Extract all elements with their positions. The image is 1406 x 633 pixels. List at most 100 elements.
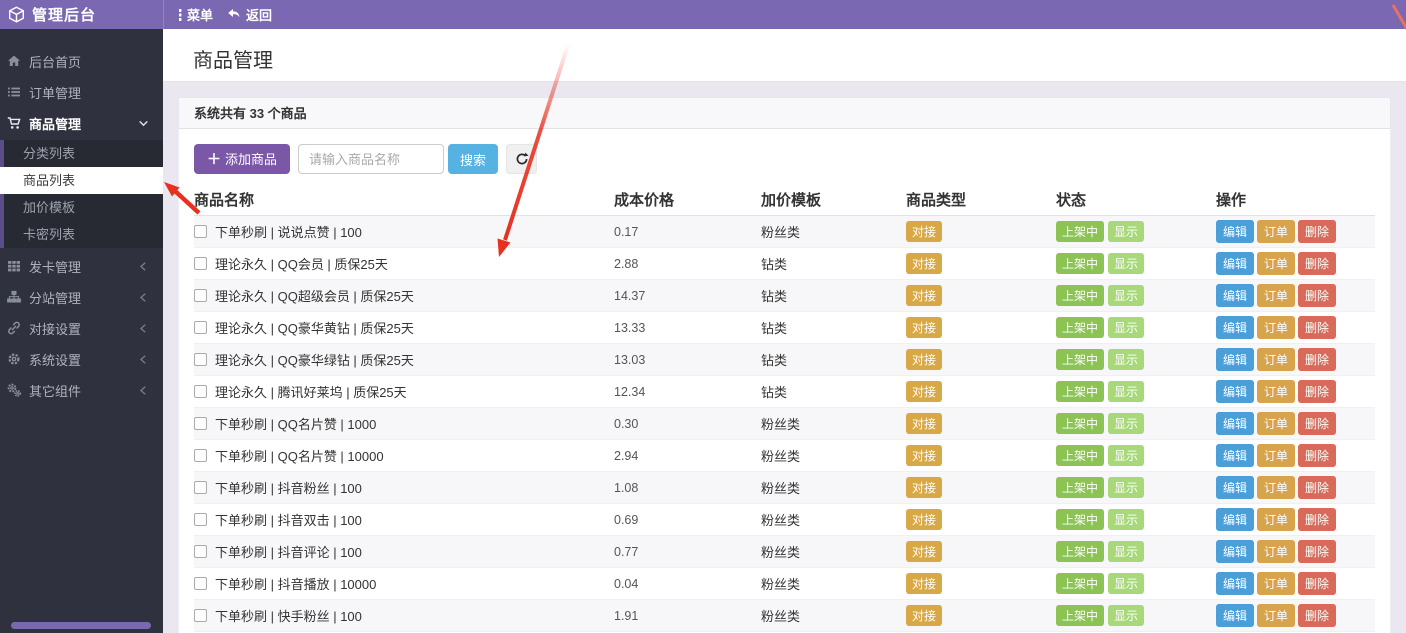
markup-template: 钻类 bbox=[761, 353, 788, 368]
edit-button[interactable]: 编辑 bbox=[1216, 412, 1255, 435]
order-button[interactable]: 订单 bbox=[1257, 220, 1296, 243]
order-button[interactable]: 订单 bbox=[1257, 476, 1296, 499]
markup-template: 粉丝类 bbox=[761, 449, 801, 464]
delete-button[interactable]: 删除 bbox=[1298, 508, 1337, 531]
sidebar-subitem-分类列表[interactable]: 分类列表 bbox=[4, 140, 163, 167]
status-badge-visible: 显示 bbox=[1108, 445, 1145, 466]
edit-button[interactable]: 编辑 bbox=[1216, 284, 1255, 307]
order-button[interactable]: 订单 bbox=[1257, 348, 1296, 371]
type-badge: 对接 bbox=[906, 573, 943, 594]
product-price: 12.34 bbox=[614, 384, 646, 399]
sidebar-subitem-商品列表[interactable]: 商品列表 bbox=[0, 167, 163, 194]
plus-icon: ＋ bbox=[207, 151, 221, 167]
delete-button[interactable]: 删除 bbox=[1298, 284, 1337, 307]
table-row: 下单秒刷 | 说说点赞 | 100 0.17 粉丝类 对接 上架中 显示 编辑 订单 删除 bbox=[194, 216, 1375, 248]
order-button[interactable]: 订单 bbox=[1257, 284, 1296, 307]
cart-icon bbox=[7, 117, 21, 129]
delete-button[interactable]: 删除 bbox=[1298, 252, 1337, 275]
edit-button[interactable]: 编辑 bbox=[1216, 476, 1255, 499]
row-checkbox[interactable] bbox=[194, 513, 207, 526]
status-badge-visible: 显示 bbox=[1108, 317, 1145, 338]
product-name: 下单秒刷 | 抖音粉丝 | 100 bbox=[215, 481, 362, 496]
delete-button[interactable]: 删除 bbox=[1298, 444, 1337, 467]
status-badge-on-sale: 上架中 bbox=[1056, 285, 1105, 306]
row-checkbox[interactable] bbox=[194, 225, 207, 238]
delete-button[interactable]: 删除 bbox=[1298, 316, 1337, 339]
row-checkbox[interactable] bbox=[194, 321, 207, 334]
edit-button[interactable]: 编辑 bbox=[1216, 380, 1255, 403]
delete-button[interactable]: 删除 bbox=[1298, 476, 1337, 499]
sidebar-item-分站管理[interactable]: 分站管理 bbox=[0, 282, 163, 312]
edit-button[interactable]: 编辑 bbox=[1216, 348, 1255, 371]
row-checkbox[interactable] bbox=[194, 545, 207, 558]
search-input[interactable] bbox=[298, 144, 445, 174]
sidebar-item-订单管理[interactable]: 订单管理 bbox=[0, 77, 163, 107]
order-button[interactable]: 订单 bbox=[1257, 444, 1296, 467]
sidebar-item-发卡管理[interactable]: 发卡管理 bbox=[0, 251, 163, 281]
order-button[interactable]: 订单 bbox=[1257, 412, 1296, 435]
row-checkbox[interactable] bbox=[194, 353, 207, 366]
delete-button[interactable]: 删除 bbox=[1298, 348, 1337, 371]
delete-button[interactable]: 删除 bbox=[1298, 380, 1337, 403]
sidebar-scrollbar[interactable] bbox=[11, 622, 151, 629]
sidebar-item-系统设置[interactable]: 系统设置 bbox=[0, 344, 163, 374]
order-button[interactable]: 订单 bbox=[1257, 572, 1296, 595]
row-checkbox[interactable] bbox=[194, 257, 207, 270]
table-header: 商品名称 成本价格 加价模板 商品类型 状态 操作 bbox=[194, 183, 1375, 216]
row-checkbox[interactable] bbox=[194, 577, 207, 590]
delete-button[interactable]: 删除 bbox=[1298, 572, 1337, 595]
product-price: 13.33 bbox=[614, 320, 646, 335]
refresh-button[interactable] bbox=[506, 144, 538, 174]
status-badge-visible: 显示 bbox=[1108, 541, 1145, 562]
order-button[interactable]: 订单 bbox=[1257, 316, 1296, 339]
back-button[interactable]: 返回 bbox=[227, 5, 272, 24]
row-checkbox[interactable] bbox=[194, 481, 207, 494]
edit-button[interactable]: 编辑 bbox=[1216, 508, 1255, 531]
search-button[interactable]: 搜索 bbox=[448, 144, 499, 174]
sidebar-subitem-卡密列表[interactable]: 卡密列表 bbox=[4, 221, 163, 248]
type-badge: 对接 bbox=[906, 509, 943, 530]
sidebar-item-其它组件[interactable]: 其它组件 bbox=[0, 375, 163, 405]
product-price: 14.37 bbox=[614, 288, 646, 303]
add-product-button[interactable]: ＋添加商品 bbox=[194, 144, 291, 174]
row-checkbox[interactable] bbox=[194, 609, 207, 622]
order-button[interactable]: 订单 bbox=[1257, 604, 1296, 627]
app-logo[interactable]: 管理后台 bbox=[0, 4, 163, 25]
row-checkbox[interactable] bbox=[194, 385, 207, 398]
row-checkbox[interactable] bbox=[194, 289, 207, 302]
edit-button[interactable]: 编辑 bbox=[1216, 572, 1255, 595]
order-button[interactable]: 订单 bbox=[1257, 508, 1296, 531]
markup-template: 钻类 bbox=[761, 289, 788, 304]
edit-button[interactable]: 编辑 bbox=[1216, 220, 1255, 243]
sidebar-item-商品管理[interactable]: 商品管理 bbox=[0, 108, 163, 138]
sidebar-item-对接设置[interactable]: 对接设置 bbox=[0, 313, 163, 343]
table-row: 下单秒刷 | QQ名片赞 | 1000 0.30 粉丝类 对接 上架中 显示 编辑 订单 删除 bbox=[194, 408, 1375, 440]
row-checkbox[interactable] bbox=[194, 417, 207, 430]
table-row: 理论永久 | QQ超级会员 | 质保25天 14.37 钻类 对接 上架中 显示 编辑 订单删… bbox=[194, 280, 1375, 312]
type-badge: 对接 bbox=[906, 541, 943, 562]
edit-button[interactable]: 编辑 bbox=[1216, 540, 1255, 563]
grid-icon bbox=[8, 261, 20, 272]
status-badge-on-sale: 上架中 bbox=[1056, 381, 1105, 402]
delete-button[interactable]: 删除 bbox=[1298, 220, 1337, 243]
product-name: 理论永久 | QQ豪华黄钻 | 质保25天 bbox=[215, 321, 414, 336]
type-badge: 对接 bbox=[906, 413, 943, 434]
markup-template: 粉丝类 bbox=[761, 225, 801, 240]
type-badge: 对接 bbox=[906, 381, 943, 402]
sidebar-item-label: 对接设置 bbox=[29, 321, 82, 337]
delete-button[interactable]: 删除 bbox=[1298, 604, 1337, 627]
order-button[interactable]: 订单 bbox=[1257, 380, 1296, 403]
product-price: 13.03 bbox=[614, 352, 646, 367]
menu-toggle-button[interactable]: 菜单 bbox=[178, 5, 213, 24]
edit-button[interactable]: 编辑 bbox=[1216, 604, 1255, 627]
sidebar-subitem-加价模板[interactable]: 加价模板 bbox=[4, 194, 163, 221]
delete-button[interactable]: 删除 bbox=[1298, 540, 1337, 563]
sidebar-item-后台首页[interactable]: 后台首页 bbox=[0, 46, 163, 76]
delete-button[interactable]: 删除 bbox=[1298, 412, 1337, 435]
edit-button[interactable]: 编辑 bbox=[1216, 444, 1255, 467]
row-checkbox[interactable] bbox=[194, 449, 207, 462]
edit-button[interactable]: 编辑 bbox=[1216, 252, 1255, 275]
order-button[interactable]: 订单 bbox=[1257, 540, 1296, 563]
edit-button[interactable]: 编辑 bbox=[1216, 316, 1255, 339]
order-button[interactable]: 订单 bbox=[1257, 252, 1296, 275]
